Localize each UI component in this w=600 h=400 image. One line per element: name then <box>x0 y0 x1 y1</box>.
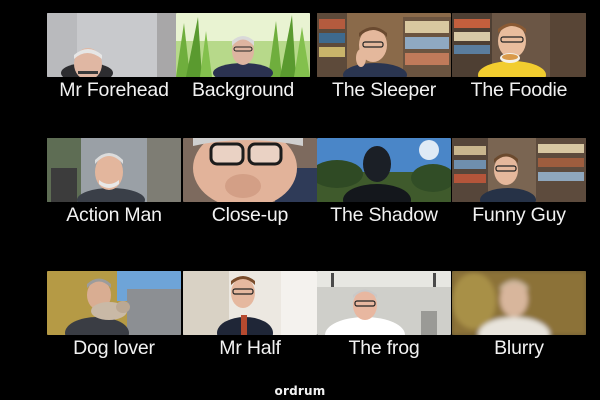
participant-name: The Foodie <box>470 79 568 101</box>
person-image <box>317 271 451 335</box>
participant-video-thumbnail <box>183 138 317 202</box>
person-image <box>47 13 181 77</box>
participant-video-thumbnail <box>183 271 317 335</box>
participant-name: Dog lover <box>73 337 155 359</box>
person-image <box>47 138 181 202</box>
person-image <box>183 271 317 335</box>
brand-logo: ordrum <box>274 384 326 398</box>
participant-tile-background[interactable]: Background <box>176 13 310 123</box>
participant-video-thumbnail <box>317 138 451 202</box>
participant-tile-mr-forehead[interactable]: Mr Forehead <box>47 13 181 123</box>
participant-video-thumbnail <box>452 271 586 335</box>
participant-name: Action Man <box>66 204 162 226</box>
participant-video-thumbnail <box>47 13 181 77</box>
person-image <box>317 13 451 77</box>
participant-tile-close-up[interactable]: Close-up <box>183 138 317 248</box>
participant-tile-the-shadow[interactable]: The Shadow <box>317 138 451 248</box>
participant-name: Background <box>191 79 295 101</box>
person-image <box>317 138 451 202</box>
person-image <box>452 138 586 202</box>
participant-video-thumbnail <box>47 271 181 335</box>
participant-tile-funny-guy[interactable]: Funny Guy <box>452 138 586 248</box>
person-image <box>452 13 586 77</box>
participant-tile-action-man[interactable]: Action Man <box>47 138 181 248</box>
participant-name: Funny Guy <box>472 204 566 226</box>
person-image <box>47 271 181 335</box>
video-call-grid: Mr Forehead Background The Sleeper The F… <box>0 0 600 400</box>
participant-tile-the-frog[interactable]: The frog <box>317 271 451 381</box>
participant-tile-mr-half[interactable]: Mr Half <box>183 271 317 381</box>
participant-video-thumbnail <box>452 13 586 77</box>
participant-video-thumbnail <box>47 138 181 202</box>
participant-video-thumbnail <box>176 13 310 77</box>
person-image <box>176 13 310 77</box>
participant-video-thumbnail <box>452 138 586 202</box>
person-image <box>452 271 586 335</box>
participant-name: Blurry <box>494 337 544 359</box>
participant-tile-dog-lover[interactable]: Dog lover <box>47 271 181 381</box>
participant-video-thumbnail <box>317 13 451 77</box>
participant-tile-blurry[interactable]: Blurry <box>452 271 586 381</box>
person-image <box>183 138 317 202</box>
participant-tile-the-foodie[interactable]: The Foodie <box>452 13 586 123</box>
participant-video-thumbnail <box>317 271 451 335</box>
participant-tile-the-sleeper[interactable]: The Sleeper <box>317 13 451 123</box>
